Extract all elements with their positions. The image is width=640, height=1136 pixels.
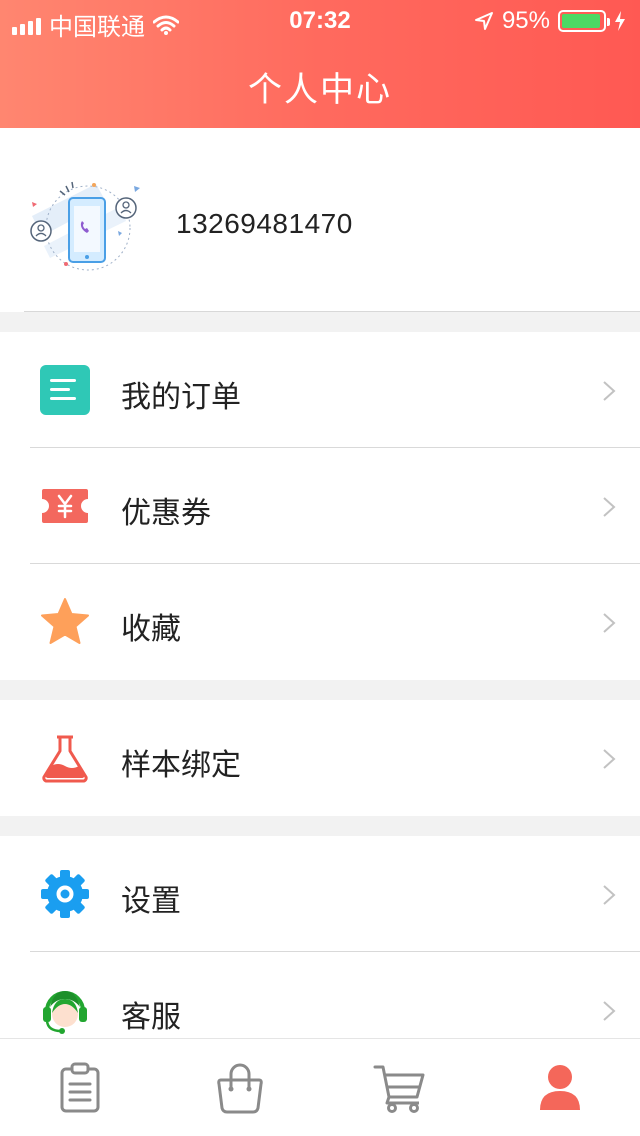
menu-item-orders[interactable]: 我的订单 xyxy=(0,332,640,448)
shopping-bag-icon xyxy=(217,1063,263,1114)
menu-group-support: 设置 客服 xyxy=(0,836,640,1038)
menu-item-sample-binding[interactable]: 样本绑定 xyxy=(0,700,640,816)
menu-item-favorites[interactable]: 收藏 xyxy=(0,564,640,680)
menu-item-customer-service[interactable]: 客服 xyxy=(0,952,640,1038)
menu-group-shopping: 我的订单 优惠券 收藏 xyxy=(0,332,640,680)
user-icon xyxy=(540,1065,580,1110)
phone-call-illustration-icon xyxy=(30,181,140,271)
user-phone-number: 13269481470 xyxy=(176,208,353,239)
tab-shop[interactable] xyxy=(160,1039,320,1136)
tab-cart[interactable] xyxy=(320,1039,480,1136)
menu-label-orders: 我的订单 xyxy=(121,381,241,414)
coupon-icon xyxy=(42,489,88,523)
flask-icon xyxy=(42,735,88,783)
headset-icon xyxy=(43,991,87,1034)
menu-label-coupons: 优惠券 xyxy=(121,497,211,530)
clipboard-icon xyxy=(60,1062,100,1113)
tab-profile[interactable] xyxy=(480,1039,640,1136)
header: 中国联通 07:32 95% 个人中心 xyxy=(0,0,640,128)
menu-group-sample: 样本绑定 xyxy=(0,700,640,816)
divider xyxy=(24,311,640,312)
location-arrow-icon xyxy=(474,12,493,30)
chevron-right-icon xyxy=(603,749,616,769)
menu-item-coupons[interactable]: 优惠券 xyxy=(0,448,640,564)
menu-label-sample-binding: 样本绑定 xyxy=(121,749,241,782)
chevron-right-icon xyxy=(603,381,616,401)
menu-label-settings: 设置 xyxy=(121,885,181,918)
battery-icon xyxy=(558,10,610,32)
menu-label-favorites: 收藏 xyxy=(121,613,181,646)
charging-bolt-icon xyxy=(615,11,625,31)
chevron-right-icon xyxy=(603,885,616,905)
chevron-right-icon xyxy=(603,613,616,633)
cart-icon xyxy=(373,1065,425,1113)
gear-icon xyxy=(41,870,89,918)
menu-label-customer-service: 客服 xyxy=(121,1001,181,1034)
tab-orders[interactable] xyxy=(0,1039,160,1136)
profile-card[interactable]: 13269481470 xyxy=(0,128,640,312)
chevron-right-icon xyxy=(603,497,616,517)
battery-percent: 95% xyxy=(501,7,550,34)
status-bar: 中国联通 07:32 95% xyxy=(0,0,640,41)
menu-item-settings[interactable]: 设置 xyxy=(0,836,640,952)
star-icon xyxy=(41,598,89,644)
bottom-tab-bar xyxy=(0,1038,640,1136)
chevron-right-icon xyxy=(603,1001,616,1021)
order-list-icon xyxy=(40,365,90,415)
page-title: 个人中心 xyxy=(248,71,392,109)
